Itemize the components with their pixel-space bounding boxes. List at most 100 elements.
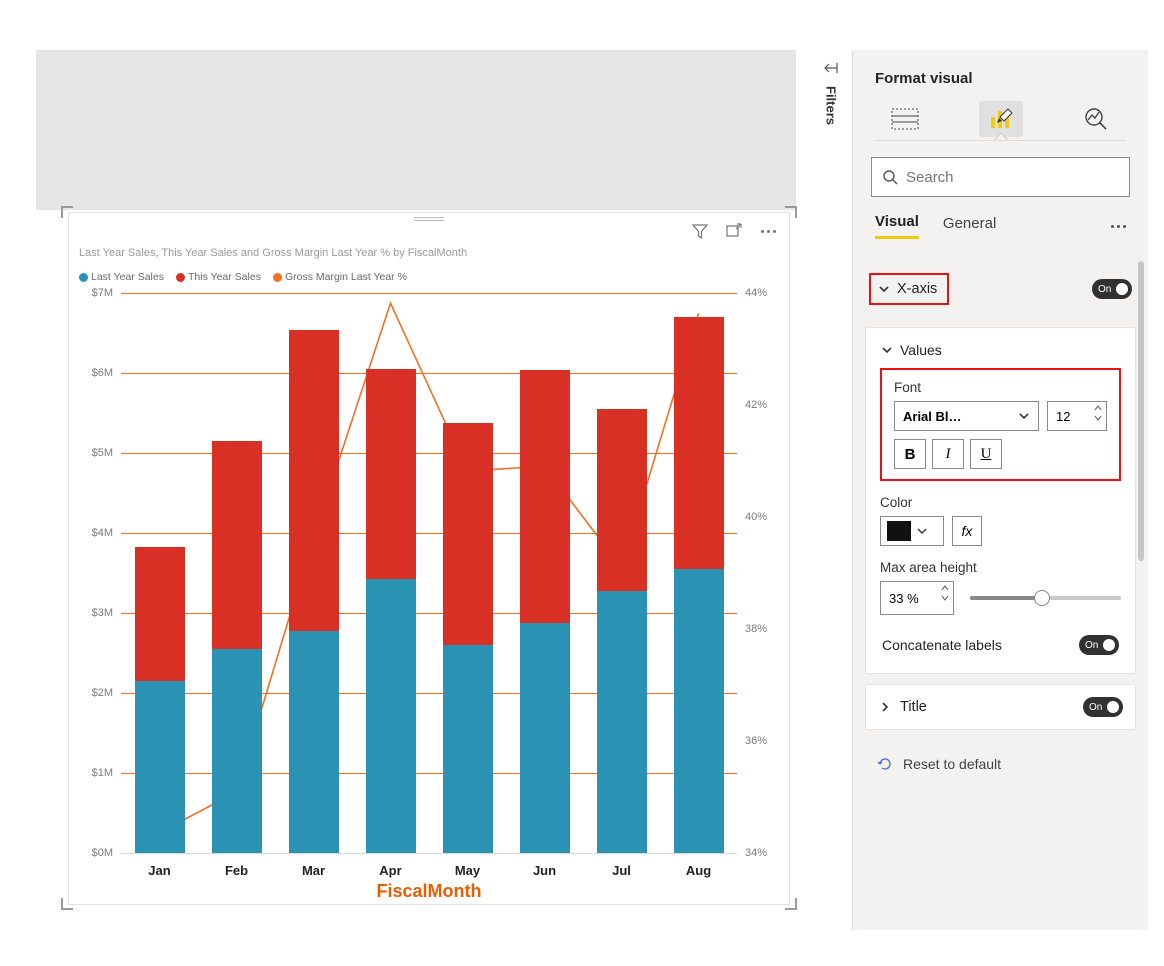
bar-column[interactable] <box>674 293 724 853</box>
underline-button[interactable]: U <box>970 439 1002 469</box>
xaxis-header-highlight: X-axis <box>869 273 949 305</box>
x-axis-tick-label: Jul <box>597 863 647 878</box>
y-axis-label: $5M <box>92 447 113 459</box>
x-axis-tick-label: Aug <box>674 863 724 878</box>
values-header[interactable]: Values <box>880 342 1121 358</box>
bar-column[interactable] <box>366 293 416 853</box>
y-axis-label: $4M <box>92 527 113 539</box>
xaxis-card-label[interactable]: X-axis <box>897 281 937 297</box>
bold-button[interactable]: B <box>894 439 926 469</box>
visual-toolbar <box>691 222 777 240</box>
analytics-pane-icon[interactable] <box>1074 101 1118 137</box>
y2-axis-label: 42% <box>745 399 767 411</box>
y2-axis-label: 34% <box>745 847 767 859</box>
color-swatch <box>887 521 911 541</box>
fields-pane-icon[interactable] <box>883 101 927 137</box>
max-height-input[interactable]: 33 % <box>880 581 954 615</box>
bar-column[interactable] <box>443 293 493 853</box>
values-label: Values <box>900 342 942 358</box>
search-icon <box>882 169 898 185</box>
format-scroll-area[interactable]: X-axis On Values Font Arial Bl… <box>853 261 1148 930</box>
title-card-header[interactable]: Title On <box>866 685 1135 729</box>
tab-general[interactable]: General <box>943 215 996 238</box>
x-axis-labels: Jan Feb Mar Apr May Jun Jul Aug <box>121 863 737 878</box>
more-options-icon[interactable] <box>759 222 777 240</box>
fx-button[interactable]: fx <box>952 516 982 546</box>
x-axis-tick-label: Jun <box>520 863 570 878</box>
title-toggle[interactable]: On <box>1083 697 1123 717</box>
y-axis-left: $0M$1M$2M$3M$4M$5M$6M$7M <box>79 293 119 854</box>
filters-pane-collapsed[interactable]: Filters <box>816 50 846 170</box>
bar-column[interactable] <box>135 293 185 853</box>
max-height-slider[interactable] <box>970 596 1121 600</box>
format-pane-icon[interactable] <box>979 101 1023 137</box>
legend-this-year: This Year Sales <box>188 271 261 283</box>
y-axis-label: $2M <box>92 687 113 699</box>
selection-corner-br[interactable] <box>785 898 797 910</box>
font-size-input[interactable]: 12 <box>1047 401 1107 431</box>
chart-plot-area: $0M$1M$2M$3M$4M$5M$6M$7M 34%36%38%40%42%… <box>79 293 779 854</box>
chevron-down-icon <box>880 343 894 357</box>
font-settings-highlight: Font Arial Bl… 12 <box>880 368 1121 481</box>
report-canvas[interactable]: Last Year Sales, This Year Sales and Gro… <box>0 0 830 966</box>
title-card: Title On <box>865 684 1136 730</box>
filter-icon[interactable] <box>691 222 709 240</box>
x-axis-title: FiscalMonth <box>79 881 779 902</box>
focus-mode-icon[interactable] <box>725 222 743 240</box>
title-card-label: Title <box>900 699 1075 715</box>
scrollbar-thumb[interactable] <box>1138 261 1144 561</box>
x-axis-tick-label: Jan <box>135 863 185 878</box>
chevron-right-icon <box>878 700 892 714</box>
font-label: Font <box>894 380 1107 395</box>
x-axis-tick-label: Feb <box>212 863 262 878</box>
combo-chart-visual[interactable]: Last Year Sales, This Year Sales and Gro… <box>68 212 790 905</box>
spinner-up-icon[interactable] <box>941 584 949 592</box>
tab-visual[interactable]: Visual <box>875 213 919 239</box>
spinner-down-icon[interactable] <box>941 594 949 602</box>
y-axis-label: $3M <box>92 607 113 619</box>
y2-axis-label: 36% <box>745 735 767 747</box>
filters-label: Filters <box>824 86 839 125</box>
xaxis-toggle[interactable]: On <box>1092 279 1132 299</box>
chevron-down-icon[interactable] <box>877 282 891 296</box>
bar-column[interactable] <box>289 293 339 853</box>
bar-column[interactable] <box>520 293 570 853</box>
color-picker[interactable] <box>880 516 944 546</box>
selection-corner-bl[interactable] <box>61 898 73 910</box>
chart-title: Last Year Sales, This Year Sales and Gro… <box>79 247 467 259</box>
chart-body <box>121 293 737 853</box>
x-axis-tick-label: Apr <box>366 863 416 878</box>
selection-corner-tl[interactable] <box>61 206 73 218</box>
x-axis-tick-label: May <box>443 863 493 878</box>
pane-title: Format visual <box>875 70 1126 87</box>
canvas-background-strip <box>36 50 796 210</box>
concatenate-toggle[interactable]: On <box>1079 635 1119 655</box>
bar-column[interactable] <box>212 293 262 853</box>
y-axis-label: $7M <box>92 287 113 299</box>
pane-mode-tabs <box>875 101 1126 137</box>
reset-to-default[interactable]: Reset to default <box>865 740 1136 788</box>
expand-filters-icon[interactable] <box>823 60 839 76</box>
x-axis-tick-label: Mar <box>289 863 339 878</box>
bar-column[interactable] <box>597 293 647 853</box>
legend-last-year: Last Year Sales <box>91 271 164 283</box>
chevron-down-icon <box>1018 410 1030 422</box>
format-pane: Format visual Visual General <box>852 50 1148 930</box>
font-family-select[interactable]: Arial Bl… <box>894 401 1039 431</box>
chevron-down-icon <box>917 526 927 536</box>
y2-axis-label: 44% <box>745 287 767 299</box>
format-search-box[interactable] <box>871 157 1130 197</box>
y-axis-label: $1M <box>92 767 113 779</box>
tabs-more-icon[interactable] <box>1111 225 1126 228</box>
italic-button[interactable]: I <box>932 439 964 469</box>
search-input[interactable] <box>906 169 1119 186</box>
spinner-down-icon[interactable] <box>1094 414 1102 422</box>
spinner-up-icon[interactable] <box>1094 404 1102 412</box>
concat-label: Concatenate labels <box>882 637 1002 653</box>
y-axis-right: 34%36%38%40%42%44% <box>739 293 779 854</box>
y-axis-label: $6M <box>92 367 113 379</box>
drag-grip-icon[interactable] <box>414 217 444 221</box>
selection-corner-tr[interactable] <box>785 206 797 218</box>
legend-margin: Gross Margin Last Year % <box>285 271 407 283</box>
chart-legend: Last Year Sales This Year Sales Gross Ma… <box>79 271 407 283</box>
